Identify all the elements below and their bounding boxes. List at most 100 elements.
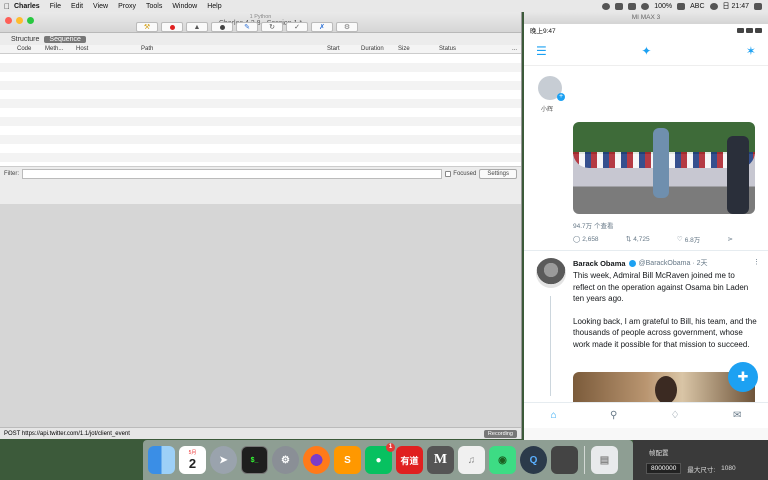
compose-button[interactable]: ✎ xyxy=(236,22,258,32)
twitter-bottom-nav: ⌂ ⚲ ♢ ✉ xyxy=(524,402,768,428)
messages-envelope-icon[interactable]: ✉ xyxy=(733,410,741,421)
menubar-clock[interactable]: 日 21:47 xyxy=(723,1,749,11)
filter-input[interactable] xyxy=(22,169,443,179)
dock-trash-icon[interactable]: ▤ xyxy=(591,446,618,474)
breakpoints-button[interactable] xyxy=(211,22,233,32)
phone-status-bar: 晚上9:47 xyxy=(524,24,768,36)
battery-icon[interactable] xyxy=(677,2,686,10)
dock-separator xyxy=(584,446,585,474)
dock-android-studio-icon[interactable]: ◉ xyxy=(489,446,516,474)
dock-sublime-icon[interactable]: S xyxy=(334,446,361,474)
dock-calendar-icon[interactable]: 5月 2 xyxy=(179,446,206,474)
add-story-plus-icon[interactable]: + xyxy=(557,93,565,101)
focused-checkbox[interactable]: Focused xyxy=(445,171,476,177)
settings-gear-button[interactable]: ⚙ xyxy=(336,22,358,32)
recording-badge[interactable]: Recording xyxy=(483,429,517,438)
menu-window[interactable]: Window xyxy=(172,3,197,10)
col-size[interactable]: Size xyxy=(398,46,410,52)
author-name: Barack Obama xyxy=(573,258,626,268)
dock-system-preferences-icon[interactable]: ⚙ xyxy=(272,446,299,474)
dock-app-icon[interactable] xyxy=(551,446,578,474)
tweet-text: This week, Admiral Bill McRaven joined m… xyxy=(573,270,757,350)
bitrate-field[interactable]: 8000000 xyxy=(646,463,682,474)
settings-button[interactable]: Settings xyxy=(479,169,517,179)
tray-wechat-icon[interactable] xyxy=(615,2,624,10)
charles-toolbar: ⚒ ▲ ✎ ↻ ✓ ✗ ⚙ xyxy=(136,22,358,32)
menu-hamburger-icon[interactable]: ☰ xyxy=(536,44,547,58)
reply-button[interactable]: ◯ 2,658 xyxy=(573,234,599,244)
phone-time: 晚上9:47 xyxy=(530,28,556,35)
menu-help[interactable]: Help xyxy=(207,3,221,10)
background-config-panel: 帧配置 8000000 最大尺寸: 1080 xyxy=(633,440,768,480)
menu-tools[interactable]: Tools xyxy=(146,3,162,10)
col-start[interactable]: Start xyxy=(327,46,340,52)
twitter-feed[interactable]: + 小辉 94.7万 个查看 ◯ 2,658 ⇅ 4,725 ♡ 6.8万 ⋗ Bar… xyxy=(524,66,768,402)
search-icon[interactable]: ⚲ xyxy=(610,410,617,421)
obama-avatar[interactable] xyxy=(536,258,566,288)
tray-app-icon[interactable] xyxy=(602,2,611,10)
input-source-label[interactable]: ABC xyxy=(690,3,704,10)
dock-youdao-icon[interactable]: 有道 xyxy=(396,446,423,474)
heart-icon: ♡ xyxy=(676,236,683,243)
compose-tweet-button[interactable]: ✚ xyxy=(728,362,758,392)
col-more[interactable]: ... xyxy=(512,46,517,52)
dock-firefox-icon[interactable] xyxy=(303,446,330,474)
home-icon[interactable]: ⌂ xyxy=(551,410,557,421)
menubar-tray: 100% ABC 日 21:47 xyxy=(602,1,768,11)
share-icon[interactable]: ⋗ xyxy=(728,234,733,244)
tray-wifi-icon[interactable] xyxy=(641,2,650,10)
menu-proxy[interactable]: Proxy xyxy=(118,3,136,10)
max-size-value[interactable]: 1080 xyxy=(721,465,735,472)
dock-typora-icon[interactable]: M xyxy=(427,446,454,474)
col-duration[interactable]: Duration xyxy=(361,46,384,52)
status-bar: POST https://api.twitter.com/1.1/jot/cli… xyxy=(0,427,521,439)
col-method[interactable]: Meth... xyxy=(45,46,63,52)
notification-center-icon[interactable] xyxy=(754,2,762,10)
breakpoint-icon xyxy=(219,24,225,30)
signal-icon xyxy=(737,27,744,33)
tweet-actions: ◯ 2,658 ⇅ 4,725 ♡ 6.8万 ⋗ xyxy=(573,234,733,245)
apple-menu-icon[interactable]:  xyxy=(0,2,14,11)
twitter-bird-icon[interactable]: ✦ xyxy=(641,44,651,58)
menu-file[interactable]: File xyxy=(50,3,61,10)
col-host[interactable]: Host xyxy=(76,46,88,52)
retweet-button[interactable]: ⇅ 4,725 xyxy=(626,234,650,244)
dock-quicktime-icon[interactable]: Q xyxy=(520,446,547,474)
throttle-button[interactable]: ▲ xyxy=(186,22,208,32)
calendar-day: 2 xyxy=(188,456,197,471)
search-icon[interactable] xyxy=(709,2,718,10)
col-code[interactable]: Code xyxy=(17,46,31,52)
tweet-more-icon[interactable]: ⋮ xyxy=(753,258,760,266)
author-handle: @BarackObama · 2天 xyxy=(638,260,708,267)
dock-launchpad-icon[interactable]: ➤ xyxy=(210,446,237,474)
sparkle-icon[interactable]: ✶ xyxy=(746,44,756,58)
repeat-button[interactable]: ↻ xyxy=(261,22,283,32)
media-person xyxy=(655,376,677,402)
col-status[interactable]: Status xyxy=(439,46,456,52)
tab-structure[interactable]: Structure xyxy=(6,36,44,43)
notifications-bell-icon[interactable]: ♢ xyxy=(671,410,680,421)
validate-button[interactable]: ✓ xyxy=(286,22,308,32)
tweet-media-video[interactable] xyxy=(573,122,755,214)
tab-sequence[interactable]: Sequence xyxy=(44,36,86,43)
tweet-author[interactable]: Barack Obama @BarackObama · 2天 xyxy=(573,258,708,268)
menu-view[interactable]: View xyxy=(93,3,108,10)
col-path[interactable]: Path xyxy=(141,46,153,52)
calendar-month: 5月 xyxy=(188,450,197,456)
record-button[interactable] xyxy=(161,22,183,32)
charles-window: 1 Python Charles 4.2.8 - Session 1 * ⚒ ▲… xyxy=(0,12,522,439)
story-label: 小辉 xyxy=(541,107,554,113)
tray-screen-icon[interactable] xyxy=(628,2,637,10)
like-button[interactable]: ♡ 6.8万 xyxy=(677,234,700,244)
menu-edit[interactable]: Edit xyxy=(71,3,83,10)
dock-finder-icon[interactable] xyxy=(148,446,175,474)
menu-app-charles[interactable]: Charles xyxy=(14,3,40,10)
dock-terminal-icon[interactable]: $_ xyxy=(241,446,268,474)
filter-bar: Filter: Focused Settings xyxy=(0,167,521,181)
pen-icon: ✎ xyxy=(244,24,250,31)
dock-jupyter-icon[interactable]: ♫ xyxy=(458,446,485,474)
tools-button[interactable]: ✗ xyxy=(311,22,333,32)
dock-wechat-icon[interactable]: ● 1 xyxy=(365,443,395,474)
broom-clear-button[interactable]: ⚒ xyxy=(136,22,158,32)
sequence-rows[interactable] xyxy=(0,54,521,167)
